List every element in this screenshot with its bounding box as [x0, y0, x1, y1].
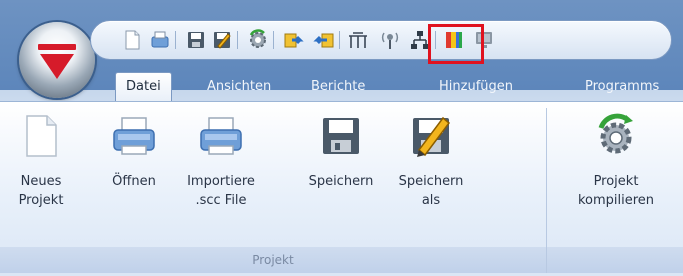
highlight-box — [428, 24, 484, 64]
save-floppy-icon — [323, 118, 359, 154]
bus-config-icon[interactable] — [347, 29, 369, 51]
save-as-icon[interactable] — [211, 29, 233, 51]
new-document-icon — [26, 115, 57, 157]
import-scc-button[interactable]: Importiere .scc File — [180, 112, 262, 210]
compile-gear-icon — [598, 113, 633, 154]
logo-triangle-icon — [40, 54, 74, 79]
new-project-button[interactable]: Neues Projekt — [6, 112, 76, 210]
tab-hinzufuegen[interactable]: Hinzufügen — [429, 73, 523, 101]
toolbar-separator — [237, 31, 238, 49]
tab-ansichten[interactable]: Ansichten — [197, 73, 281, 101]
toolbar-separator — [273, 31, 274, 49]
new-document-icon[interactable] — [121, 29, 143, 51]
open-label: Öffnen — [112, 174, 156, 189]
save-as-label: Speichern als — [398, 174, 464, 208]
save-as-button[interactable]: Speichern als — [395, 112, 467, 210]
group-label-compile — [547, 247, 683, 273]
compile-project-label: Projekt kompilieren — [577, 174, 655, 208]
save-label: Speichern — [308, 174, 374, 189]
tab-datei[interactable]: Datei — [115, 72, 172, 102]
import-scc-label: Importiere .scc File — [187, 174, 255, 208]
compile-project-button[interactable]: Projekt kompilieren — [566, 112, 666, 210]
open-button[interactable]: Öffnen — [106, 112, 162, 191]
ribbon-panel: Neues Projekt Öffnen Importiere .scc File — [0, 101, 683, 276]
printer-import-icon — [200, 117, 242, 155]
export-icon[interactable] — [283, 29, 305, 51]
open-icon[interactable] — [149, 29, 171, 51]
application-orb-button[interactable] — [19, 22, 95, 98]
toolbar-separator — [175, 31, 176, 49]
save-icon[interactable] — [185, 29, 207, 51]
compile-icon[interactable] — [247, 29, 269, 51]
tab-berichte[interactable]: Berichte — [301, 73, 375, 101]
new-project-label: Neues Projekt — [18, 174, 64, 208]
toolbar-separator — [339, 31, 340, 49]
app-window: Datei Ansichten Berichte Hinzufügen Prog… — [0, 0, 683, 276]
save-button[interactable]: Speichern — [306, 112, 376, 191]
antenna-icon[interactable] — [379, 29, 401, 51]
tab-programms[interactable]: Programms — [575, 73, 669, 101]
import-icon[interactable] — [313, 29, 335, 51]
logo-bar-shape — [38, 44, 76, 50]
printer-open-icon — [113, 117, 155, 155]
group-label-projekt: Projekt — [0, 247, 546, 273]
quick-access-toolbar — [90, 20, 672, 60]
save-as-pencil-icon — [413, 116, 451, 157]
